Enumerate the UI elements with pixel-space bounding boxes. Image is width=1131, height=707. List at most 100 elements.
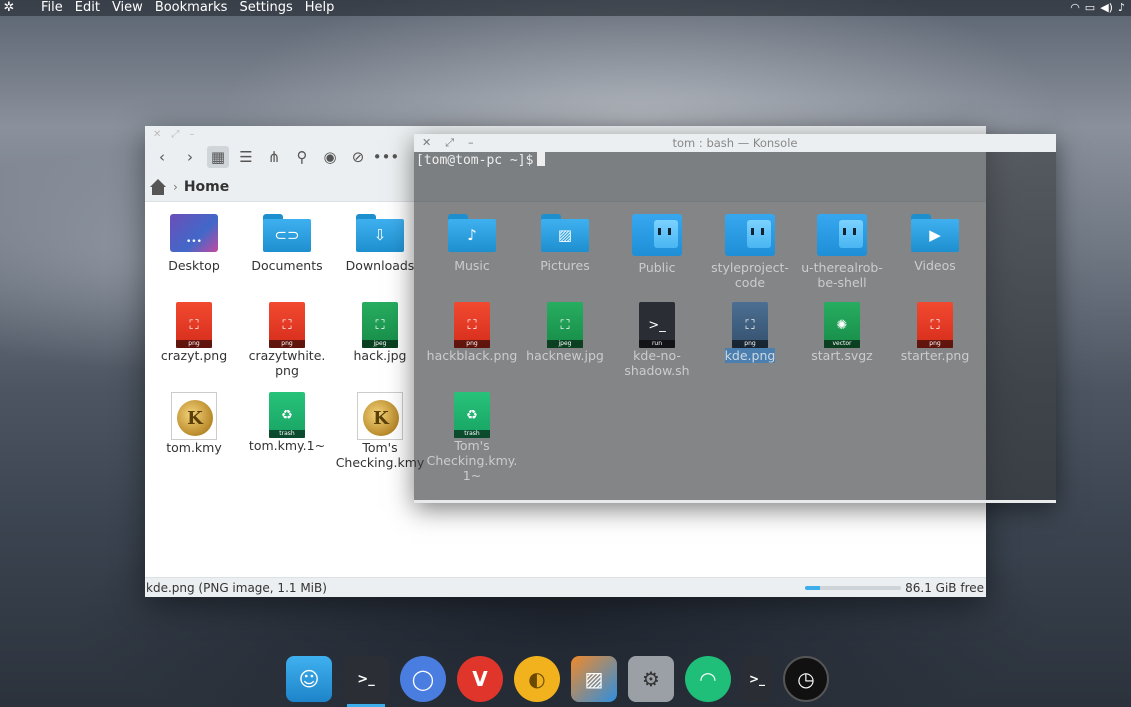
trash-file-icon: ♻ trash (269, 392, 305, 438)
file-name: Public (638, 260, 676, 275)
wifi-icon[interactable]: ◠ (1070, 0, 1080, 16)
image-viewer-icon[interactable]: ▨ (571, 656, 617, 702)
free-space-indicator: 86.1 GiB free (805, 578, 984, 598)
maximize-icon[interactable]: ⤢ (171, 129, 179, 140)
file-item[interactable]: u-therealrob- be-shell (796, 214, 888, 290)
file-item[interactable]: ♻ trash Tom's Checking.kmy. 1~ (426, 392, 518, 483)
file-item[interactable]: ♻ trash tom.kmy.1~ (241, 392, 333, 453)
home-icon[interactable] (149, 178, 167, 195)
kmymoney-file-icon: K (357, 392, 403, 440)
file-item-selected[interactable]: ⛶ png kde.png (704, 302, 796, 363)
file-name: Downloads (345, 258, 415, 273)
system-settings-icon[interactable]: ⚙ (628, 656, 674, 702)
file-item[interactable]: ✺ vector start.svgz (796, 302, 888, 363)
preview-icon[interactable]: ◉ (319, 146, 341, 168)
chevron-right-icon: › (173, 179, 178, 194)
menu-settings[interactable]: Settings (239, 0, 292, 16)
run-terminal-icon[interactable]: >_ (742, 656, 772, 702)
menu-file[interactable]: File (41, 0, 63, 16)
png-file-icon: ⛶ png (732, 302, 768, 348)
top-menubar: ✲ File Edit View Bookmarks Settings Help… (0, 0, 1131, 16)
downloads-folder-icon: ⇩ (356, 214, 404, 252)
menu-edit[interactable]: Edit (75, 0, 100, 16)
file-item[interactable]: ⛶ jpeg hacknew.jpg (519, 302, 611, 363)
music-folder-icon: ♪ (448, 214, 496, 252)
file-name: hack.jpg (353, 348, 407, 363)
status-text: kde.png (PNG image, 1.1 MiB) (146, 580, 327, 595)
free-space-bar (805, 586, 902, 590)
terminal-prompt: [tom@tom-pc ~]$ (416, 153, 534, 168)
hide-preview-icon[interactable]: ⊘ (347, 146, 369, 168)
documents-folder-icon: ⊂⊃ (263, 214, 311, 252)
file-item[interactable]: ⇩ Downloads (334, 214, 426, 273)
pictures-folder-icon: ▨ (541, 214, 589, 252)
file-item[interactable]: K Tom's Checking.kmy (334, 392, 426, 470)
menu-view[interactable]: View (112, 0, 143, 16)
png-file-icon: ⛶ png (269, 302, 305, 348)
file-item[interactable]: ♪ Music (426, 214, 518, 273)
file-item[interactable]: ⛶ png crazyt.png (148, 302, 240, 363)
file-name: Tom's Checking.kmy. 1~ (426, 438, 518, 483)
file-name: starter.png (900, 348, 970, 363)
menu-bookmarks[interactable]: Bookmarks (155, 0, 228, 16)
icon-view-icon[interactable]: ▦ (207, 146, 229, 168)
file-item[interactable]: ⛶ png crazytwhite. png (241, 302, 333, 378)
file-item[interactable]: K tom.kmy (148, 392, 240, 455)
details-view-icon[interactable]: ☰ (235, 146, 257, 168)
terminal-icon[interactable]: >_ (343, 656, 389, 707)
ghost-icon[interactable]: ◠ (685, 656, 731, 702)
file-name: Tom's Checking.kmy (335, 440, 425, 470)
status-bar: kde.png (PNG image, 1.1 MiB) 86.1 GiB fr… (145, 577, 986, 597)
app-logo-icon[interactable]: ✲ (1, 0, 17, 16)
file-item[interactable]: ▶ Videos (889, 214, 981, 273)
file-item[interactable]: ⛶ png starter.png (889, 302, 981, 363)
search-icon[interactable]: ⚲ (291, 146, 313, 168)
file-name: tom.kmy (166, 440, 222, 455)
png-file-icon: ⛶ png (176, 302, 212, 348)
file-name: kde.png (724, 348, 776, 363)
file-item[interactable]: >_ run kde-no- shadow.sh (611, 302, 703, 378)
file-name: hackblack.png (426, 348, 518, 363)
file-name: Desktop (168, 258, 220, 273)
battery-icon[interactable]: ▭ (1085, 0, 1095, 16)
file-name: Documents (251, 258, 323, 273)
more-icon[interactable]: ••• (373, 146, 400, 168)
file-name: crazytwhite. png (248, 348, 326, 378)
finder-folder-icon (632, 214, 682, 256)
forward-icon[interactable]: › (179, 146, 201, 168)
png-file-icon: ⛶ png (454, 302, 490, 348)
menu-help[interactable]: Help (305, 0, 335, 16)
file-item[interactable]: Public (611, 214, 703, 275)
volume-icon[interactable]: ◀) (1100, 0, 1113, 16)
back-icon[interactable]: ‹ (151, 146, 173, 168)
tree-view-icon[interactable]: ⋔ (263, 146, 285, 168)
file-item[interactable]: Desktop (148, 214, 240, 273)
close-icon[interactable]: ✕ (153, 129, 161, 140)
bell-icon[interactable]: ♪ (1118, 0, 1125, 16)
vector-file-icon: ✺ vector (824, 302, 860, 348)
minimize-icon[interactable]: – (189, 129, 194, 140)
free-space-text: 86.1 GiB free (905, 581, 984, 595)
file-item[interactable]: ⛶ png hackblack.png (426, 302, 518, 363)
file-item[interactable]: ⊂⊃ Documents (241, 214, 333, 273)
trash-file-icon: ♻ trash (454, 392, 490, 438)
breadcrumb-home[interactable]: Home (184, 179, 229, 195)
file-name: u-therealrob- be-shell (801, 260, 883, 290)
file-item[interactable]: ⛶ jpeg hack.jpg (334, 302, 426, 363)
file-name: styleproject- code (711, 260, 789, 290)
chromium-icon[interactable]: ◯ (400, 656, 446, 702)
finder-icon[interactable]: ☺ (286, 656, 332, 702)
png-file-icon: ⛶ png (917, 302, 953, 348)
window-title: tom : bash — Konsole (672, 136, 798, 150)
piggy-bank-icon[interactable]: ◐ (514, 656, 560, 702)
file-name: hacknew.jpg (526, 348, 604, 363)
clock-icon[interactable]: ◷ (783, 656, 829, 702)
file-item[interactable]: styleproject- code (704, 214, 796, 290)
file-item[interactable]: ▨ Pictures (519, 214, 611, 273)
text-cursor (537, 152, 546, 166)
terminal-area[interactable]: [tom@tom-pc ~]$ (414, 152, 1056, 202)
file-name: crazyt.png (160, 348, 228, 363)
desktop-folder-icon (170, 214, 218, 252)
file-name: Videos (914, 258, 956, 273)
vivaldi-icon[interactable]: V (457, 656, 503, 702)
